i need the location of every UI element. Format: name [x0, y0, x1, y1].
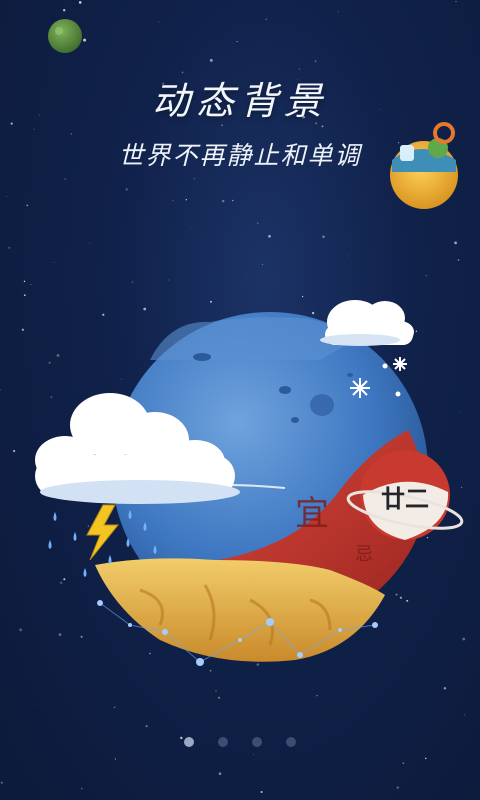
page-dot[interactable] — [286, 737, 296, 747]
splash-screen: 动态背景 世界不再静止和单调 宜 忌 廿二 — [0, 0, 480, 800]
page-dot[interactable] — [218, 737, 228, 747]
small-island-planet-icon — [390, 122, 458, 209]
omen-good-text: 宜 — [295, 494, 329, 534]
page-indicator — [0, 737, 480, 747]
page-dot[interactable] — [184, 737, 194, 747]
omen-bad-text: 忌 — [355, 544, 373, 565]
page-dot[interactable] — [252, 737, 262, 747]
lunar-day-label: 廿二 — [381, 485, 429, 513]
lightning-icon — [86, 504, 120, 561]
cloud-icon — [320, 300, 414, 346]
green-planet-icon — [48, 19, 82, 53]
weather-illustration: 宜 忌 廿二 — [35, 19, 464, 666]
